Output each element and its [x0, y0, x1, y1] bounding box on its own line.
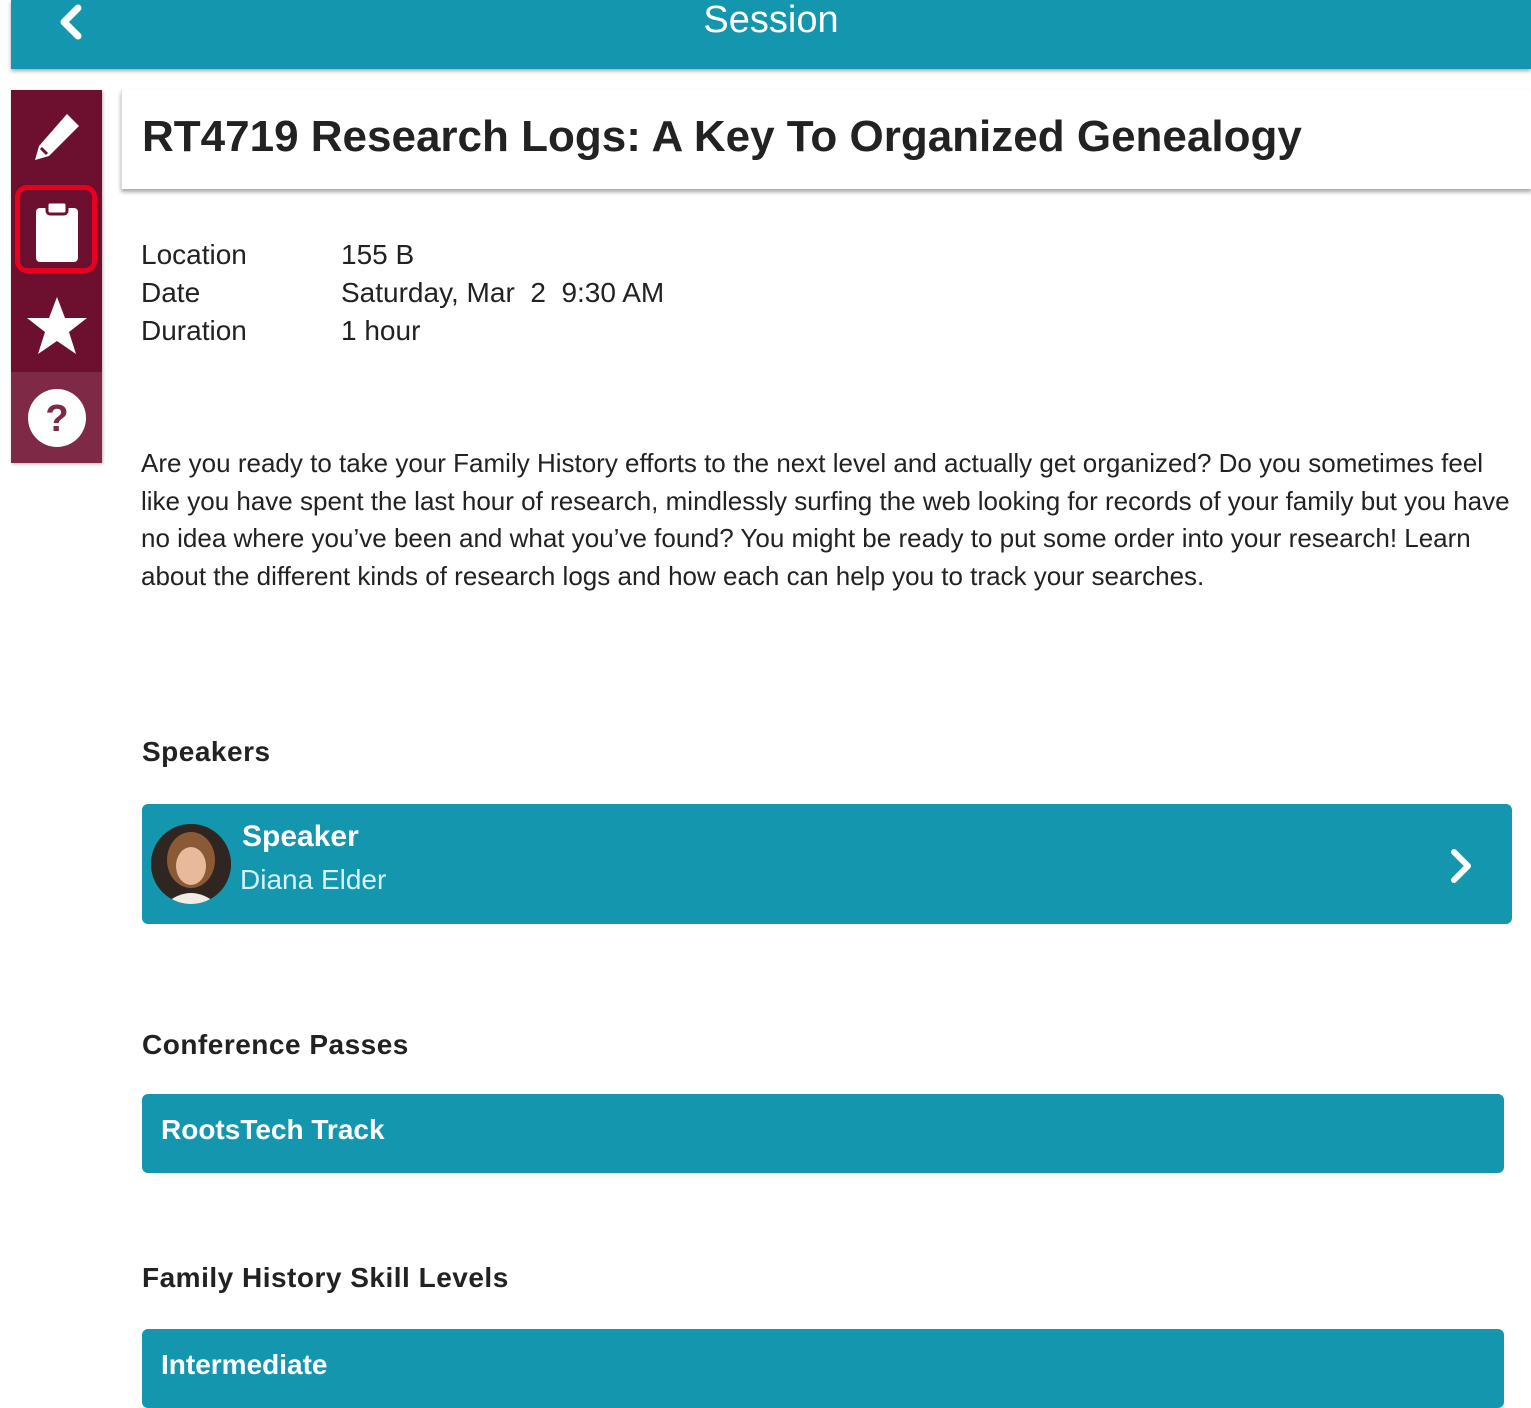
detail-row-duration: Duration 1 hour [141, 312, 664, 350]
detail-row-location: Location 155 B [141, 236, 664, 274]
detail-row-date: Date Saturday, Mar 2 9:30 AM [141, 274, 664, 312]
help-button[interactable]: ? [11, 372, 102, 463]
location-label: Location [141, 239, 247, 270]
action-sidebar: ? [11, 90, 102, 463]
pencil-icon [34, 114, 79, 160]
header-bar: Session [11, 0, 1531, 69]
page-title: Session [703, 0, 839, 41]
speaker-role: Speaker [242, 820, 359, 853]
speakers-heading: Speakers [142, 736, 271, 767]
chevron-right-icon [1451, 849, 1471, 883]
location-value: 155 B [341, 239, 415, 270]
duration-label: Duration [141, 315, 247, 346]
speaker-card[interactable]: Speaker Diana Elder [142, 804, 1512, 924]
pass-label: RootsTech Track [161, 1114, 385, 1145]
help-icon: ? [27, 388, 86, 447]
passes-heading: Conference Passes [142, 1029, 409, 1060]
edit-button[interactable] [11, 90, 102, 182]
date-value: Saturday, Mar 2 9:30 AM [341, 277, 665, 308]
star-icon [26, 297, 87, 354]
session-title: RT4719 Research Logs: A Key To Organized… [142, 112, 1302, 161]
date-label: Date [141, 277, 201, 308]
skill-levels-heading: Family History Skill Levels [142, 1262, 509, 1293]
speaker-name: Diana Elder [240, 864, 387, 895]
clipboard-icon [35, 200, 78, 262]
skill-level-item[interactable]: Intermediate [142, 1329, 1504, 1408]
pass-item[interactable]: RootsTech Track [142, 1094, 1504, 1173]
duration-value: 1 hour [341, 315, 421, 346]
avatar [151, 824, 231, 904]
svg-text:?: ? [45, 398, 68, 440]
notes-button[interactable] [11, 186, 102, 278]
speaker-chevron [1448, 846, 1474, 891]
skill-level-label: Intermediate [161, 1349, 328, 1380]
favorite-button[interactable] [11, 280, 102, 372]
session-description: Are you ready to take your Family Histor… [141, 448, 1510, 591]
title-card: RT4719 Research Logs: A Key To Organized… [121, 90, 1531, 189]
session-details: Location 155 B Date Saturday, Mar 2 9:30… [141, 236, 664, 350]
